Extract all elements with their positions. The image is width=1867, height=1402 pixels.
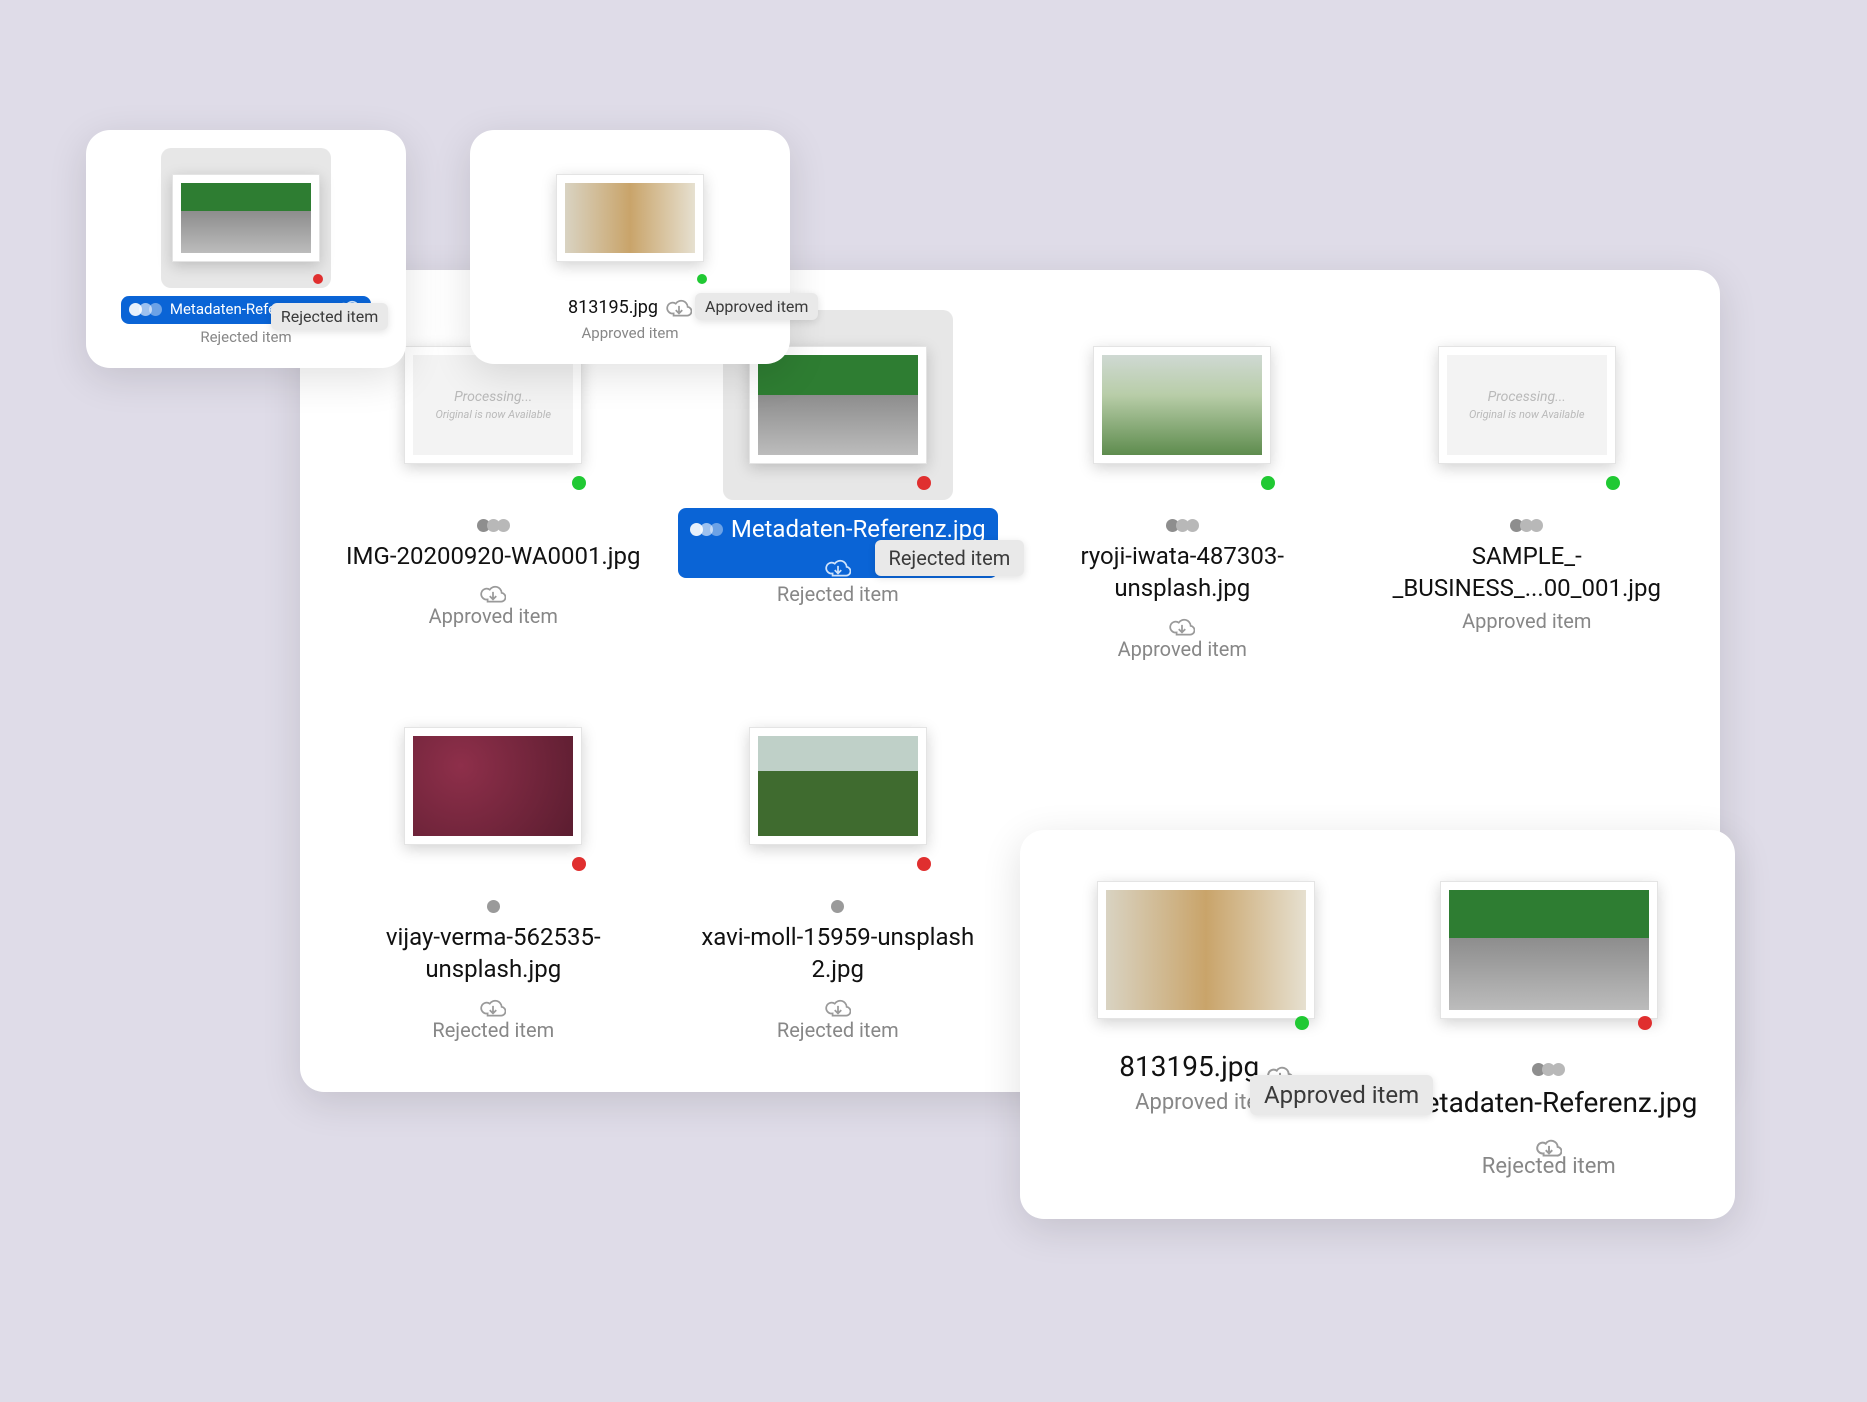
status-dot-icon (697, 274, 707, 284)
processing-placeholder: Processing... Original is now Available (1447, 355, 1607, 455)
asset-card[interactable]: 813195.jpg Approved item Approved item (1050, 860, 1363, 1179)
thumbnail-image (1449, 890, 1649, 1010)
versions-icon (1532, 1063, 1565, 1076)
thumbnail-wrap (161, 148, 331, 288)
processing-subtitle: Original is now Available (436, 407, 551, 422)
asset-status: Approved item (429, 604, 558, 628)
versions-icon (477, 519, 510, 532)
thumbnail-wrap (1067, 310, 1297, 500)
thumbnail-wrap (545, 148, 715, 288)
asset-meta: ryoji-iwata-487303-unsplash.jpg (1022, 508, 1342, 633)
asset-filename: xavi-moll-15959-unsplash 2.jpg (678, 921, 998, 986)
tooltip: Approved item (1250, 1075, 1433, 1115)
thumbnail-image (181, 183, 311, 253)
processing-placeholder: Processing... Original is now Available (413, 355, 573, 455)
status-dot-icon (917, 857, 931, 871)
asset-card[interactable]: Processing... Original is now Available … (1364, 310, 1691, 661)
asset-filename: ryoji-iwata-487303-unsplash.jpg (1022, 540, 1342, 605)
cloud-download-icon[interactable] (1536, 1130, 1562, 1150)
thumbnail-frame: Processing... Original is now Available (1438, 346, 1616, 464)
thumbnail-wrap (723, 691, 953, 881)
asset-filename: 813195.jpg (1119, 1048, 1259, 1086)
versions-icon (1510, 519, 1543, 532)
status-dot-icon (1638, 1016, 1652, 1030)
status-dot-icon (572, 857, 586, 871)
thumbnail-image (1106, 890, 1306, 1010)
asset-status: Rejected item (432, 1018, 554, 1042)
thumbnail-wrap: Processing... Original is now Available (1412, 310, 1642, 500)
processing-title: Processing... (454, 388, 532, 408)
status-dot-icon (1606, 476, 1620, 490)
thumbnail-wrap (1424, 860, 1674, 1040)
cloud-download-icon[interactable] (825, 994, 851, 1014)
thumbnail-wrap (1081, 860, 1331, 1040)
thumbnail-frame (172, 174, 320, 262)
asset-status: Rejected item (200, 328, 291, 346)
thumbnail-image (758, 736, 918, 836)
asset-status: Approved item (1462, 609, 1591, 633)
tooltip: Approved item (695, 293, 818, 320)
asset-card[interactable]: ryoji-iwata-487303-unsplash.jpg Approved… (1019, 310, 1346, 661)
thumbnail-wrap (378, 691, 608, 881)
thumbnail-image (1102, 355, 1262, 455)
asset-status: Rejected item (777, 1018, 899, 1042)
status-dot-icon (1295, 1016, 1309, 1030)
asset-filename: Metadaten-Referenz.jpg (1400, 1084, 1697, 1122)
asset-popout-large: 813195.jpg Approved item Approved item M… (1020, 830, 1735, 1219)
cloud-download-icon[interactable] (1267, 1057, 1293, 1077)
thumbnail-frame (556, 174, 704, 262)
thumbnail-image (758, 355, 918, 455)
asset-filename: 813195.jpg (568, 296, 658, 320)
single-version-icon (831, 900, 844, 913)
asset-card[interactable]: xavi-moll-15959-unsplash 2.jpg Rejected … (675, 691, 1002, 1042)
thumbnail-image (413, 736, 573, 836)
processing-title: Processing... (1488, 388, 1566, 408)
thumbnail-frame (1440, 881, 1658, 1019)
versions-icon (690, 523, 723, 536)
thumbnail-frame (749, 346, 927, 464)
asset-popout: 813195.jpg Approved item Approved item (470, 130, 790, 364)
asset-meta: SAMPLE_-_BUSINESS_...00_001.jpg (1367, 508, 1687, 605)
status-dot-icon (917, 476, 931, 490)
thumbnail-image (565, 183, 695, 253)
asset-card[interactable]: Metadaten-Referenz.jpg Rejected item (1393, 860, 1706, 1179)
asset-status: Approved item (582, 324, 679, 342)
processing-subtitle: Original is now Available (1469, 407, 1584, 422)
status-dot-icon (313, 274, 323, 284)
cloud-download-icon[interactable] (480, 994, 506, 1014)
tooltip: Rejected item (875, 540, 1025, 576)
asset-meta: xavi-moll-15959-unsplash 2.jpg (678, 889, 998, 1014)
asset-meta: 813195.jpg (568, 296, 692, 320)
status-dot-icon (1261, 476, 1275, 490)
versions-icon (1166, 519, 1199, 532)
asset-card[interactable]: vijay-verma-562535-unsplash.jpg Rejected… (330, 691, 657, 1042)
asset-popout: Metadaten-Referenz.jpg Rejected item Rej… (86, 130, 406, 368)
asset-filename: vijay-verma-562535-unsplash.jpg (333, 921, 653, 986)
thumbnail-frame (404, 727, 582, 845)
single-version-icon (487, 900, 500, 913)
cloud-download-icon[interactable] (666, 298, 692, 318)
asset-card[interactable]: 813195.jpg Approved item Approved item (545, 148, 715, 342)
asset-card[interactable]: Metadaten-Referenz.jpg Rejected item Rej… (121, 148, 371, 346)
thumbnail-frame (749, 727, 927, 845)
versions-icon (129, 303, 162, 316)
asset-meta: IMG-20200920-WA0001.jpg (333, 508, 653, 600)
tooltip: Rejected item (271, 303, 388, 330)
cloud-download-icon[interactable] (1169, 613, 1195, 633)
asset-filename: IMG-20200920-WA0001.jpg (346, 540, 640, 572)
cloud-download-icon[interactable] (825, 554, 851, 574)
cloud-download-icon[interactable] (480, 580, 506, 600)
thumbnail-frame (1093, 346, 1271, 464)
asset-status: Rejected item (777, 582, 899, 606)
status-dot-icon (572, 476, 586, 490)
asset-status: Approved item (1118, 637, 1247, 661)
asset-meta: vijay-verma-562535-unsplash.jpg (333, 889, 653, 1014)
asset-filename: SAMPLE_-_BUSINESS_...00_001.jpg (1367, 540, 1687, 605)
thumbnail-frame (1097, 881, 1315, 1019)
asset-meta: Metadaten-Referenz.jpg (1393, 1048, 1706, 1150)
